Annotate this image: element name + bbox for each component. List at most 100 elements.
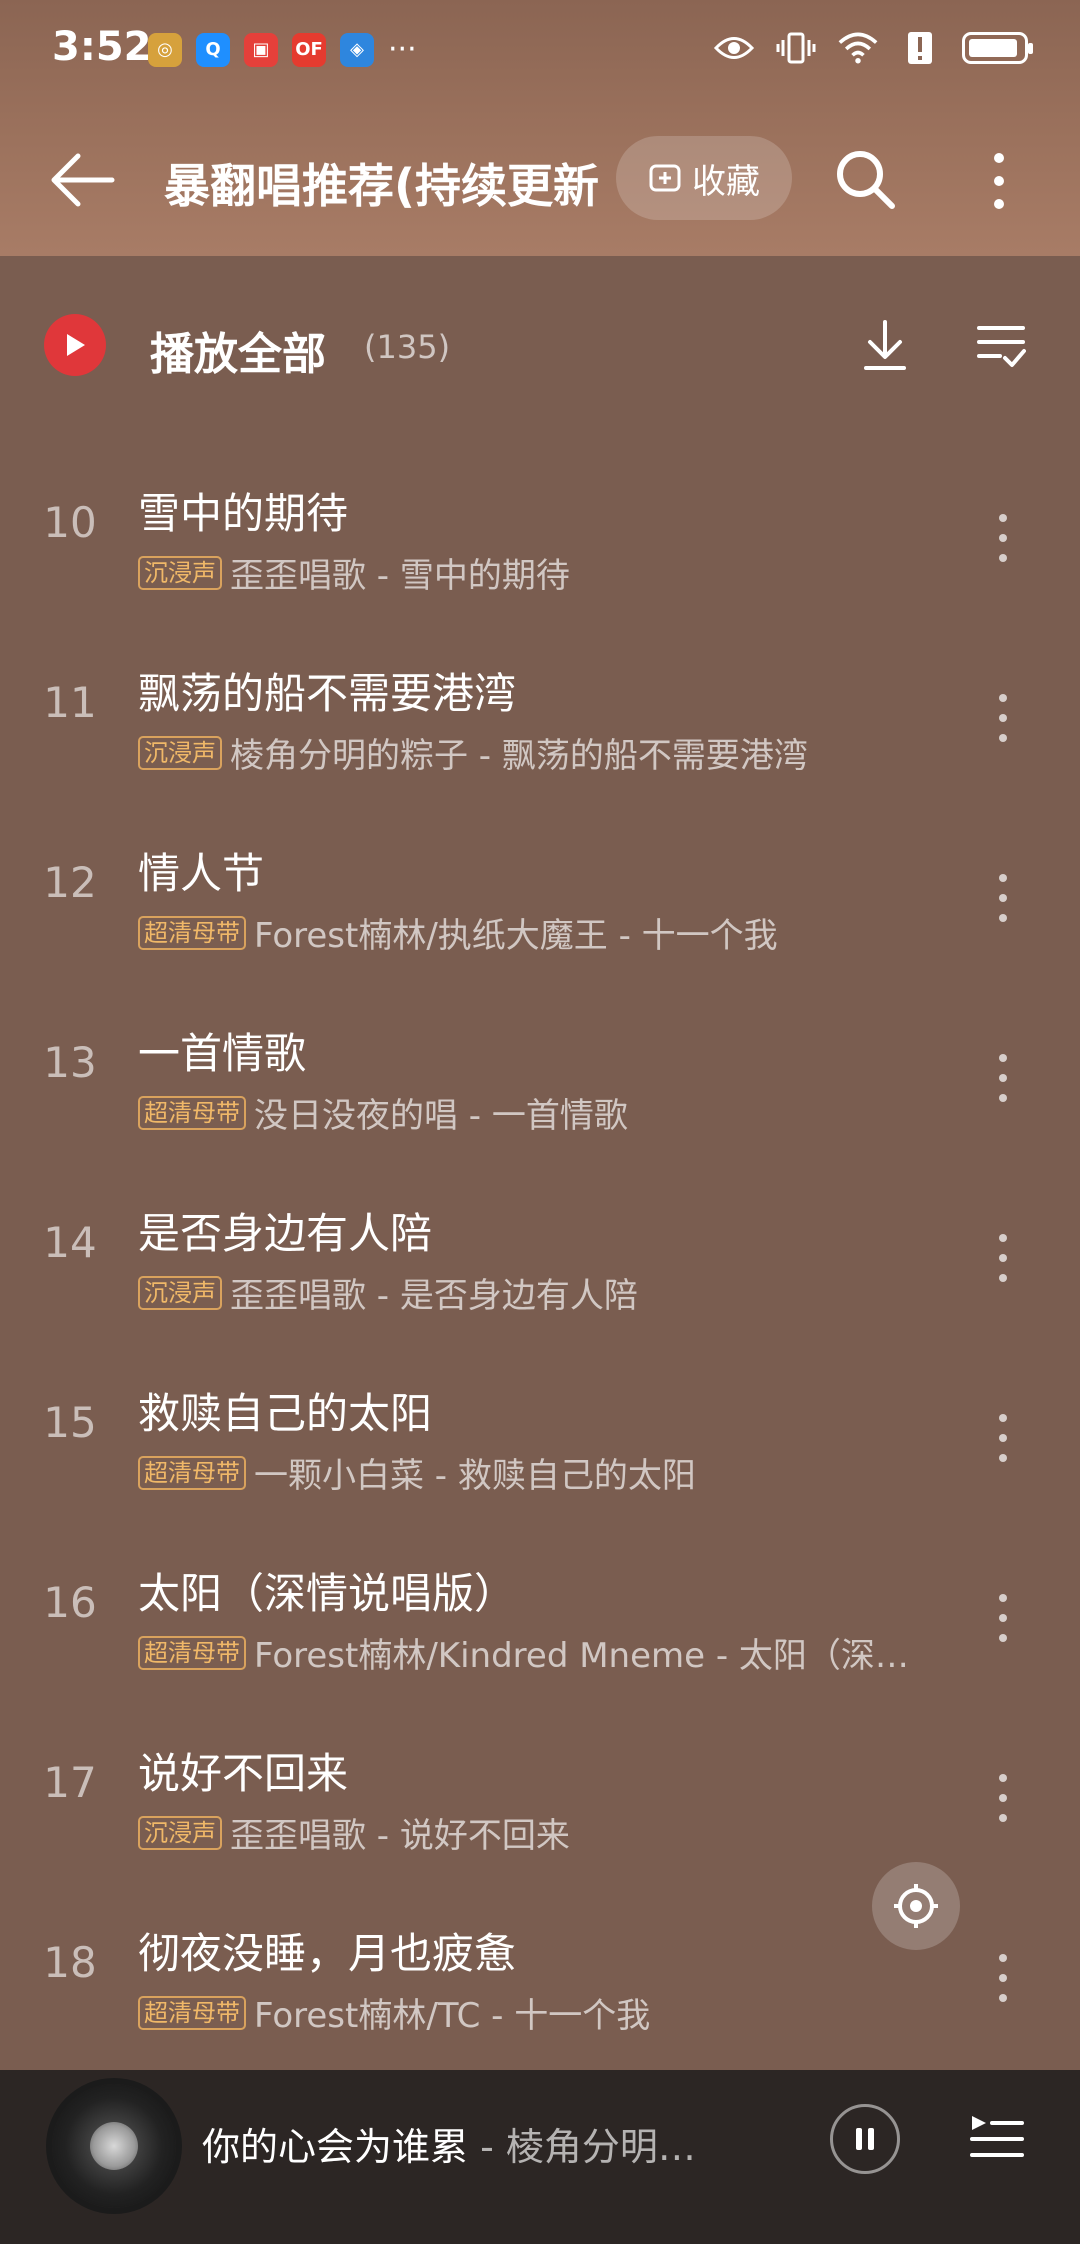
song-row[interactable]: 14 是否身边有人陪沉浸声 歪歪唱歌 - 是否身边有人陪 (0, 1170, 1080, 1350)
song-meta: 沉浸声 棱角分明的粽子 - 飘荡的船不需要港湾 (138, 728, 928, 777)
mini-player[interactable]: 你的心会为谁累 - 棱角分明… (0, 2070, 1080, 2244)
song-title: 情人节 (138, 849, 265, 898)
vertical-dots-icon (994, 153, 1004, 209)
quality-badge: 沉浸声 (138, 735, 222, 770)
song-meta: 超清母带 一颗小白菜 - 救赎自己的太阳 (138, 1448, 928, 1497)
vertical-dots-icon (999, 1774, 1007, 1822)
song-meta: 超清母带 Forest楠林/TC - 十一个我 (138, 1988, 928, 2037)
song-title: 说好不回来 (138, 1749, 349, 1798)
song-index: 17 (43, 1758, 97, 1807)
more-options-button[interactable] (984, 148, 1014, 214)
vertical-dots-icon (999, 1234, 1007, 1282)
song-index: 15 (43, 1398, 97, 1447)
song-artist-album: Forest楠林/TC - 十一个我 (254, 1996, 651, 2036)
search-app-icon: Q (196, 32, 230, 67)
status-app-icons: ◎ Q ▣ OF ◈ ··· (148, 32, 417, 67)
song-index: 10 (43, 498, 97, 547)
song-row[interactable]: 16 太阳（深情说唱版） 超清母带 Forest楠林/Kindred Mneme - … (0, 1530, 1080, 1710)
collect-button[interactable]: 收藏 (616, 136, 792, 220)
song-row[interactable]: 12 情人节超清母带 Forest楠林/执纸大魔王 - 十一个我 (0, 810, 1080, 990)
song-row[interactable]: 13 一首情歌 超清母带 没日没夜的唱 - 一首情歌 (0, 990, 1080, 1170)
album-cover[interactable] (52, 2084, 176, 2208)
header-area: 3:52 ◎ Q ▣ OF ◈ ··· 暴翻唱推荐(持续更新 收藏 (0, 0, 1080, 256)
song-more-button[interactable] (988, 508, 1018, 568)
vertical-dots-icon (999, 514, 1007, 562)
now-playing-text[interactable]: 你的心会为谁累 - 棱角分明… (202, 2116, 762, 2171)
song-meta: 沉浸声 歪歪唱歌 - 是否身边有人陪 (138, 1268, 928, 1317)
song-artist-album: Forest楠林/Kindred Mneme - 太阳（深… (254, 1636, 909, 1676)
song-more-button[interactable] (988, 1948, 1018, 2008)
status-bar: 3:52 ◎ Q ▣ OF ◈ ··· (0, 0, 1080, 100)
song-artist-album: 一颗小白菜 - 救赎自己的太阳 (254, 1456, 696, 1496)
song-meta: 超清母带 Forest楠林/Kindred Mneme - 太阳（深… (138, 1628, 928, 1677)
red-book-app-icon: ▣ (244, 32, 278, 67)
quality-badge: 超清母带 (138, 915, 246, 950)
download-button[interactable] (862, 318, 908, 374)
song-index: 16 (43, 1578, 97, 1627)
list-check-icon (977, 326, 1026, 367)
song-artist-album: 没日没夜的唱 - 一首情歌 (254, 1096, 628, 1136)
quality-badge: 超清母带 (138, 1635, 246, 1670)
multi-select-button[interactable] (976, 320, 1026, 370)
now-playing-artist: - 棱角分明… (468, 2125, 696, 2169)
song-meta: 沉浸声 歪歪唱歌 - 说好不回来 (138, 1808, 928, 1857)
song-meta: 沉浸声 歪歪唱歌 - 雪中的期待 (138, 548, 928, 597)
song-title: 是否身边有人陪 (138, 1209, 433, 1258)
album-cover-center (90, 2122, 138, 2170)
quality-badge: 沉浸声 (138, 1275, 222, 1310)
quality-badge: 沉浸声 (138, 555, 222, 590)
song-artist-album: 歪歪唱歌 - 雪中的期待 (230, 556, 570, 596)
song-count: (135) (364, 328, 451, 366)
playlist-button[interactable] (968, 2110, 1026, 2168)
gold-app-icon: ◎ (148, 32, 182, 67)
quality-badge: 超清母带 (138, 1995, 246, 2030)
page-title: 暴翻唱推荐(持续更新 (164, 159, 600, 213)
song-row[interactable]: 11 飘荡的船不需要港湾 沉浸声 棱角分明的粽子 - 飘荡的船不需要港湾 (0, 630, 1080, 810)
locate-icon (894, 1884, 938, 1928)
search-button[interactable] (832, 146, 898, 212)
vertical-dots-icon (999, 1954, 1007, 2002)
song-artist-album: Forest楠林/执纸大魔王 - 十一个我 (254, 916, 778, 956)
song-row[interactable]: 10 雪中的期待沉浸声 歪歪唱歌 - 雪中的期待 (0, 450, 1080, 630)
screen: 3:52 ◎ Q ▣ OF ◈ ··· 暴翻唱推荐(持续更新 收藏 播放全部 (… (0, 0, 1080, 2244)
locate-current-button[interactable] (872, 1862, 960, 1950)
wifi-icon (838, 28, 878, 68)
song-more-button[interactable] (988, 1588, 1018, 1648)
of-app-icon: OF (292, 32, 326, 67)
play-all-row[interactable]: 播放全部 (135) (0, 292, 1080, 402)
song-row[interactable]: 15 救赎自己的太阳 超清母带 一颗小白菜 - 救赎自己的太阳 (0, 1350, 1080, 1530)
pause-icon (856, 2128, 874, 2150)
quality-badge: 沉浸声 (138, 1815, 222, 1850)
play-icon (67, 334, 85, 356)
song-more-button[interactable] (988, 1048, 1018, 1108)
title-bar: 暴翻唱推荐(持续更新 收藏 (0, 120, 1080, 240)
play-all-button[interactable] (44, 314, 106, 376)
playlist-icon (970, 2116, 1024, 2157)
song-title: 彻夜没睡，月也疲惫 (138, 1929, 517, 1978)
song-more-button[interactable] (988, 1768, 1018, 1828)
status-time: 3:52 (52, 24, 152, 70)
collect-label: 收藏 (692, 161, 760, 202)
song-artist-album: 棱角分明的粽子 - 飘荡的船不需要港湾 (230, 736, 808, 776)
back-button[interactable] (48, 148, 118, 212)
song-more-button[interactable] (988, 1408, 1018, 1468)
now-playing-title: 你的心会为谁累 (202, 2125, 469, 2169)
vibrate-icon (776, 28, 816, 68)
vertical-dots-icon (999, 874, 1007, 922)
pause-button[interactable] (830, 2104, 900, 2174)
vertical-dots-icon (999, 1054, 1007, 1102)
song-title: 太阳（深情说唱版） (138, 1569, 517, 1618)
eye-icon (714, 28, 754, 68)
song-title: 雪中的期待 (138, 489, 349, 538)
quality-badge: 超清母带 (138, 1455, 246, 1490)
song-more-button[interactable] (988, 688, 1018, 748)
vertical-dots-icon (999, 1414, 1007, 1462)
song-index: 14 (43, 1218, 97, 1267)
song-artist-album: 歪歪唱歌 - 是否身边有人陪 (230, 1276, 638, 1316)
arrow-left-icon (51, 153, 115, 207)
song-more-button[interactable] (988, 868, 1018, 928)
song-index: 12 (43, 858, 97, 907)
song-more-button[interactable] (988, 1228, 1018, 1288)
song-meta: 超清母带 没日没夜的唱 - 一首情歌 (138, 1088, 928, 1137)
song-index: 13 (43, 1038, 97, 1087)
